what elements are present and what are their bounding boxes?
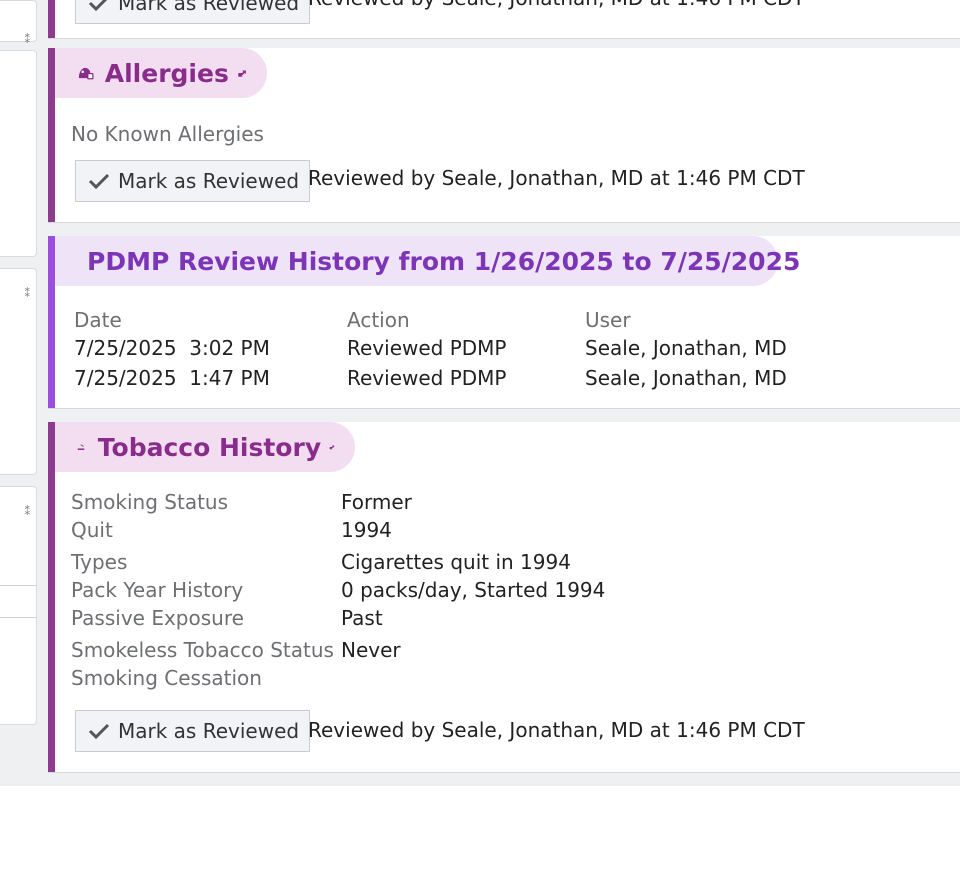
tobacco-title: Tobacco History <box>97 432 322 462</box>
collapse-icon[interactable]: ⁑ <box>25 33 31 46</box>
external-link-icon[interactable] <box>329 439 335 455</box>
no-known-allergies-text: No Known Allergies <box>71 122 264 146</box>
tobacco-history-card: Tobacco History Smoking Status Former Qu… <box>48 422 960 772</box>
allergy-icon <box>78 67 94 80</box>
tobacco-icon <box>77 444 85 450</box>
row-user: Seale, Jonathan, MD <box>585 336 787 360</box>
pdmp-header[interactable]: PDMP Review History from 1/26/2025 to 7/… <box>55 236 800 286</box>
allergies-title: Allergies <box>104 58 229 88</box>
field-label-smoking-cessation: Smoking Cessation <box>71 666 262 690</box>
mark-reviewed-button[interactable]: Mark as Reviewed <box>75 0 311 24</box>
mark-reviewed-button[interactable]: Mark as Reviewed <box>75 160 311 202</box>
mark-reviewed-button[interactable]: Mark as Reviewed <box>75 710 311 752</box>
field-label-smokeless-tobacco-status: Smokeless Tobacco Status <box>71 638 334 662</box>
left-panel-card <box>0 50 37 257</box>
field-label-quit: Quit <box>71 518 113 542</box>
reviewed-by-text: Reviewed by Seale, Jonathan, MD at 1:46 … <box>308 166 805 190</box>
checkmark-icon <box>88 0 108 12</box>
row-user: Seale, Jonathan, MD <box>585 366 787 390</box>
checkmark-icon <box>88 173 110 190</box>
pdmp-review-history-card: PDMP Review History from 1/26/2025 to 7/… <box>48 236 960 408</box>
field-value-quit: 1994 <box>341 518 392 542</box>
mark-reviewed-label: Mark as Reviewed <box>118 719 300 743</box>
divider <box>0 585 36 586</box>
field-value-smoking-status: Former <box>341 490 412 514</box>
external-link-icon[interactable] <box>237 65 247 81</box>
field-value-pack-year-history: 0 packs/day, Started 1994 <box>341 578 606 602</box>
divider <box>0 617 36 618</box>
field-value-types: Cigarettes quit in 1994 <box>341 550 571 574</box>
row-date: 7/25/2025 3:02 PM <box>74 336 270 360</box>
column-header-date: Date <box>74 308 122 332</box>
field-value-smokeless-tobacco-status: Never <box>341 638 401 662</box>
left-panel-card: ⁑ <box>0 486 37 725</box>
allergies-header[interactable]: Allergies <box>55 48 267 98</box>
previous-section-card: Mark as Reviewed Reviewed by Seale, Jona… <box>48 0 960 38</box>
row-action: Reviewed PDMP <box>347 336 507 360</box>
field-label-smoking-status: Smoking Status <box>71 490 229 514</box>
left-panel-card: ⁑ <box>0 268 37 475</box>
mark-reviewed-label: Mark as Reviewed <box>118 0 300 15</box>
field-label-types: Types <box>71 550 128 574</box>
mark-reviewed-label: Mark as Reviewed <box>118 169 300 193</box>
field-label-passive-exposure: Passive Exposure <box>71 606 244 630</box>
field-label-pack-year-history: Pack Year History <box>71 578 244 602</box>
allergies-card: Allergies No Known Allergies Mark as Rev… <box>48 48 960 222</box>
row-date: 7/25/2025 1:47 PM <box>74 366 270 390</box>
reviewed-by-text: Reviewed by Seale, Jonathan, MD at 1:46 … <box>308 718 805 742</box>
field-value-passive-exposure: Past <box>341 606 383 630</box>
collapse-icon[interactable]: ⁑ <box>25 505 31 518</box>
column-header-action: Action <box>347 308 410 332</box>
reviewed-by-text: Reviewed by Seale, Jonathan, MD at 1:46 … <box>308 0 805 10</box>
tobacco-header[interactable]: Tobacco History <box>55 422 355 472</box>
pdmp-title: PDMP Review History from 1/26/2025 to 7/… <box>87 246 801 276</box>
column-header-user: User <box>585 308 631 332</box>
checkmark-icon <box>88 723 110 740</box>
collapse-icon[interactable]: ⁑ <box>25 287 31 300</box>
row-action: Reviewed PDMP <box>347 366 507 390</box>
left-panel-card: ⁑ <box>0 0 37 46</box>
